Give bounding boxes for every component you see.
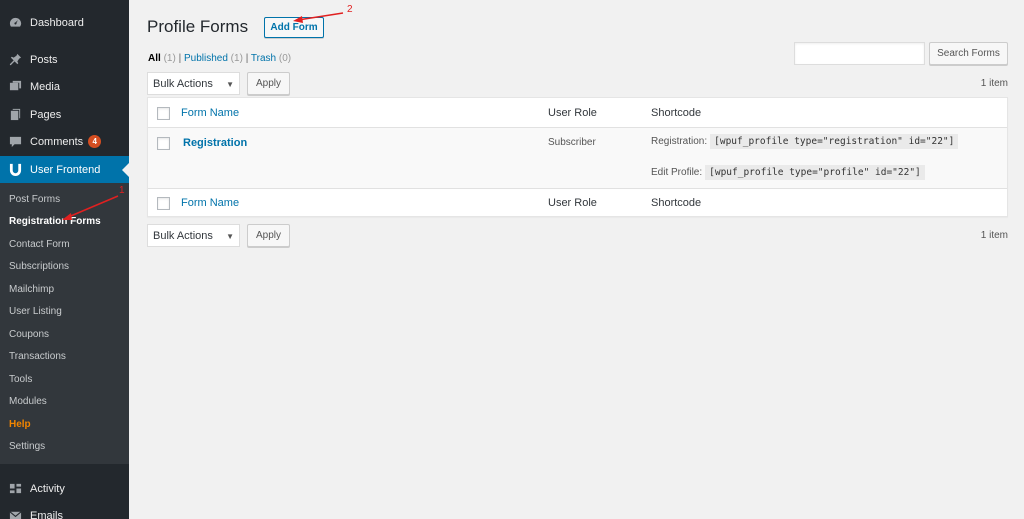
annotation-arrow-1 [65,195,119,219]
annotation-arrow-2 [297,12,344,21]
annotation-arrowhead-1 [62,213,72,220]
annotation-arrowhead-2 [293,16,303,23]
annotation-overlay [62,12,344,220]
annotation-label-2: 2 [347,4,353,15]
annotation-label-1: 1 [119,185,125,196]
